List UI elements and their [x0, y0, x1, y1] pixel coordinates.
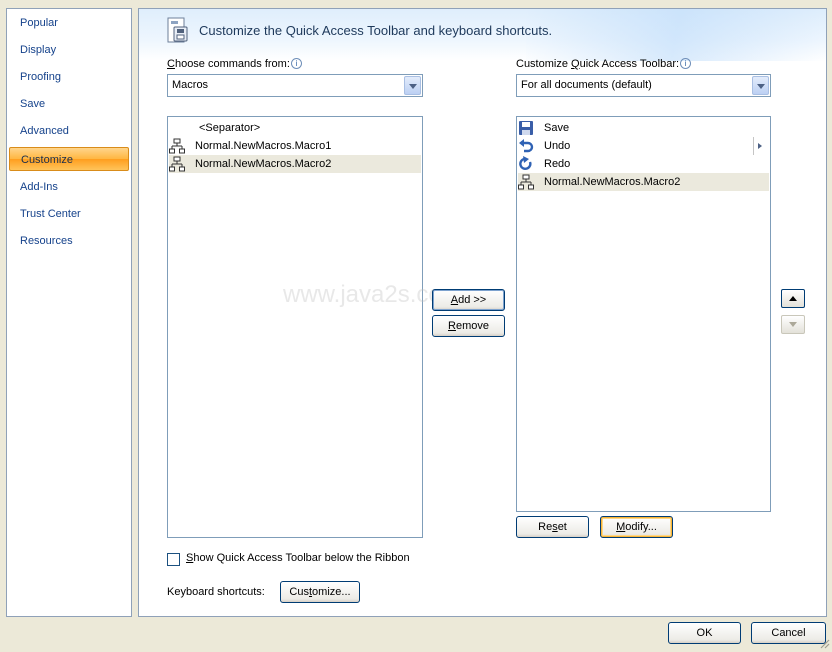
list-item[interactable]: Redo: [518, 155, 769, 173]
chevron-right-icon[interactable]: [753, 137, 763, 155]
sidebar-item-proofing[interactable]: Proofing: [7, 65, 131, 89]
move-down-button[interactable]: [781, 315, 805, 334]
save-icon: [518, 120, 534, 136]
remove-button[interactable]: Remove: [432, 315, 505, 337]
dropdown-value: Macros: [172, 79, 209, 91]
macro-icon: [169, 156, 185, 172]
keyboard-shortcuts-label: Keyboard shortcuts:: [167, 586, 265, 598]
available-commands-list[interactable]: <Separator> Normal.NewMacros.Macro1 Norm…: [167, 116, 423, 538]
list-item[interactable]: Normal.NewMacros.Macro2: [518, 173, 769, 191]
cancel-button[interactable]: Cancel: [751, 622, 826, 644]
customize-panel: Customize the Quick Access Toolbar and k…: [138, 8, 827, 617]
choose-commands-dropdown[interactable]: Macros: [167, 74, 423, 97]
macro-icon: [518, 174, 534, 190]
sidebar-item-display[interactable]: Display: [7, 38, 131, 62]
list-item[interactable]: Normal.NewMacros.Macro1: [169, 137, 421, 155]
show-qat-below-ribbon-checkbox[interactable]: [167, 553, 180, 566]
list-item[interactable]: Normal.NewMacros.Macro2: [169, 155, 421, 173]
arrow-down-icon: [789, 322, 797, 327]
arrow-up-icon: [789, 296, 797, 301]
category-sidebar: Popular Display Proofing Save Advanced C…: [6, 8, 132, 617]
info-icon: i: [680, 58, 692, 69]
qat-commands-list[interactable]: Save Undo Redo Normal.NewMacros.Macro2: [516, 116, 771, 512]
sidebar-item-add-ins[interactable]: Add-Ins: [7, 175, 131, 199]
sidebar-item-save[interactable]: Save: [7, 92, 131, 116]
macro-icon: [169, 138, 185, 154]
move-up-button[interactable]: [781, 289, 805, 308]
list-item[interactable]: <Separator>: [169, 119, 421, 137]
customize-shortcuts-button[interactable]: Customize...: [280, 581, 360, 603]
sidebar-item-trust-center[interactable]: Trust Center: [7, 202, 131, 226]
list-item[interactable]: Undo: [518, 137, 769, 155]
customize-qat-label: Customize Quick Access Toolbar: i: [516, 58, 692, 70]
dropdown-value: For all documents (default): [521, 79, 652, 91]
sidebar-item-advanced[interactable]: Advanced: [7, 119, 131, 143]
undo-icon: [518, 138, 534, 154]
page-title: Customize the Quick Access Toolbar and k…: [199, 23, 553, 38]
qat-scope-dropdown[interactable]: For all documents (default): [516, 74, 771, 97]
choose-commands-label: Choose commands from: i: [167, 58, 302, 70]
chevron-down-icon[interactable]: [752, 76, 769, 95]
modify-button[interactable]: Modify...: [600, 516, 673, 538]
ok-button[interactable]: OK: [668, 622, 741, 644]
sidebar-item-resources[interactable]: Resources: [7, 229, 131, 253]
reset-button[interactable]: Reset: [516, 516, 589, 538]
resize-grip-icon[interactable]: [818, 637, 830, 649]
info-icon: i: [290, 58, 302, 69]
sidebar-item-popular[interactable]: Popular: [7, 11, 131, 35]
add-button[interactable]: Add >>: [432, 289, 505, 311]
show-qat-below-ribbon-label[interactable]: Show Quick Access Toolbar below the Ribb…: [186, 552, 410, 564]
redo-icon: [518, 156, 534, 172]
toolbar-customize-icon: [165, 17, 189, 45]
chevron-down-icon[interactable]: [404, 76, 421, 95]
sidebar-item-customize[interactable]: Customize: [9, 147, 129, 171]
list-item[interactable]: Save: [518, 119, 769, 137]
